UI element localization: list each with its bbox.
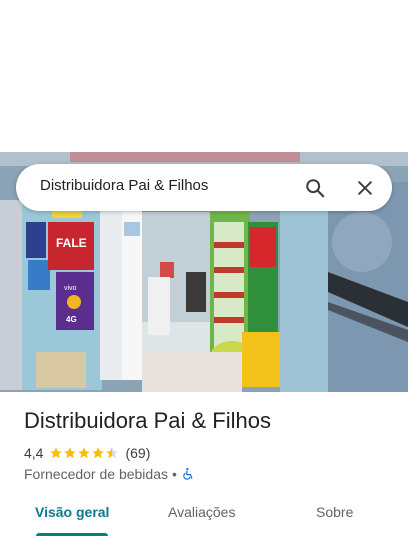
rating-value: 4,4 [24,445,44,461]
tab-about[interactable]: Sobre [316,504,353,520]
search-button[interactable] [301,174,329,202]
star-full-icon [78,447,91,459]
tab-overview[interactable]: Visão geral [35,504,109,520]
blank-area [0,0,408,152]
4g-sign-text: 4G [66,315,77,324]
vivo-sign-text: vivo [64,285,77,292]
review-count[interactable]: (69) [125,445,150,461]
wheelchair-icon [183,467,193,480]
star-full-icon [92,447,105,459]
star-full-icon [64,447,77,459]
close-icon [358,181,372,195]
category-label: Fornecedor de bebidas [24,466,168,482]
tab-reviews[interactable]: Avaliações [168,504,235,520]
search-bar[interactable]: Distribuidora Pai & Filhos [16,164,392,211]
category-row: Fornecedor de bebidas • [24,465,195,483]
place-title: Distribuidora Pai & Filhos [24,408,271,433]
tab-bar: Visão geral Avaliações Sobre [0,492,408,544]
star-full-icon [50,447,63,459]
separator-dot: • [172,466,177,482]
fale-sign-text: FALE [56,236,87,250]
close-button[interactable] [351,174,379,202]
search-input[interactable]: Distribuidora Pai & Filhos [40,177,208,194]
star-half-icon [106,447,119,459]
star-rating [49,446,119,460]
rating-row[interactable]: 4,4 (69) [24,444,150,462]
active-tab-indicator [36,533,108,536]
search-icon [306,179,325,198]
